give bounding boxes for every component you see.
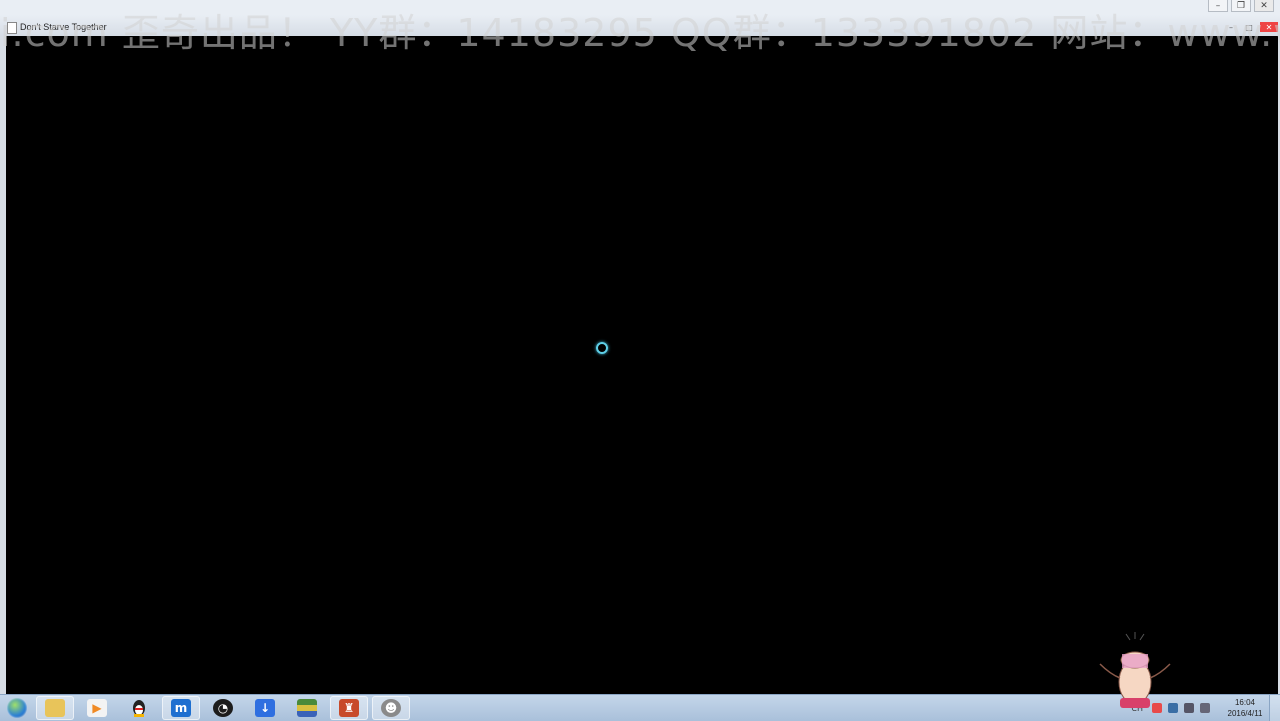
clock[interactable]: 16:04 2016/4/11 — [1221, 697, 1269, 719]
window-title: Don't Starve Together — [20, 22, 107, 32]
taskbar-item-media-player[interactable]: ▶ — [78, 696, 116, 720]
taskbar-item-qq[interactable] — [120, 696, 158, 720]
windows-orb-icon — [7, 698, 27, 718]
taskbar-item-maxthon[interactable]: m — [162, 696, 200, 720]
outer-close-button[interactable]: ✕ — [1254, 0, 1274, 12]
network-icon[interactable] — [1184, 703, 1194, 713]
close-button[interactable]: ✕ — [1260, 22, 1278, 32]
taskbar-item-file-explorer[interactable] — [36, 696, 74, 720]
outer-restore-button[interactable]: ❐ — [1231, 0, 1251, 12]
start-button[interactable] — [0, 695, 34, 721]
outer-window-controls: – ❐ ✕ — [1208, 0, 1274, 12]
game-window-controls: – □ ✕ — [1224, 22, 1278, 32]
qq-penguin-icon — [129, 699, 149, 717]
download-icon: ↓ — [255, 699, 275, 717]
outer-minimize-button[interactable]: – — [1208, 0, 1228, 12]
game-window-titlebar[interactable]: Don't Starve Together – □ ✕ — [0, 15, 1280, 36]
clock-time: 16:04 — [1234, 698, 1256, 707]
game-icon: ♜ — [339, 699, 359, 717]
app-icon — [7, 22, 17, 34]
dont-starve-icon: ☻ — [381, 699, 401, 717]
maximize-button[interactable]: □ — [1242, 22, 1256, 32]
taskbar-item-dont-starve[interactable]: ☻ — [372, 696, 410, 720]
taskbar: ▶ m ◔ ↓ ♜ ☻ CH 16:04 2016/4/11 — [0, 694, 1280, 721]
archive-icon — [297, 699, 317, 717]
taskbar-item-obs[interactable]: ◔ — [204, 696, 242, 720]
mascot-logo-icon — [1099, 632, 1171, 708]
clock-date: 2016/4/11 — [1227, 709, 1263, 718]
loading-spinner-icon — [596, 342, 608, 354]
folder-icon — [45, 699, 65, 717]
minimize-button[interactable]: – — [1224, 22, 1238, 32]
taskbar-item-winrar[interactable] — [288, 696, 326, 720]
outer-window-titlebar: – ❐ ✕ — [0, 0, 1280, 16]
obs-icon: ◔ — [213, 699, 233, 717]
play-icon: ▶ — [87, 699, 107, 717]
taskbar-item-game-app[interactable]: ♜ — [330, 696, 368, 720]
volume-icon[interactable] — [1200, 703, 1210, 713]
show-desktop-button[interactable] — [1269, 695, 1280, 721]
game-canvas[interactable] — [6, 36, 1278, 694]
maxthon-icon: m — [171, 699, 191, 717]
taskbar-item-downloader[interactable]: ↓ — [246, 696, 284, 720]
game-window: Don't Starve Together – □ ✕ — [0, 15, 1280, 694]
